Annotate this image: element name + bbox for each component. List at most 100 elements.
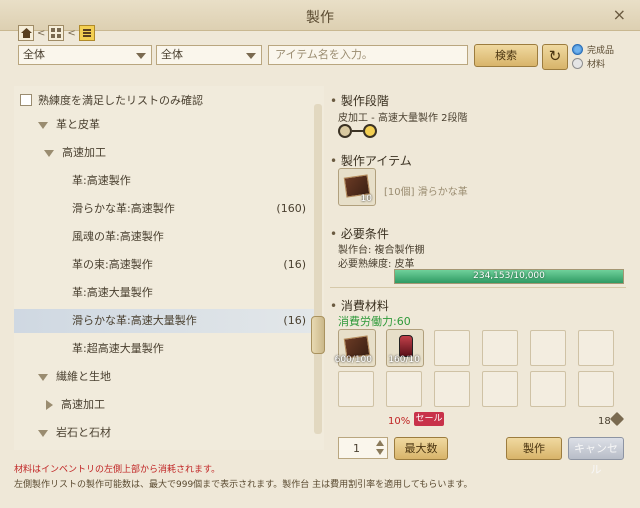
breadcrumb-separator: < [37, 27, 46, 39]
list-item-count: (16) [283, 258, 306, 271]
list-item[interactable]: 滑らかな革:高速製作 (160) [14, 197, 314, 221]
list-item-label: 革:高速製作 [72, 174, 131, 187]
list-category[interactable]: 岩石と石材 [14, 421, 314, 445]
list-item-count: (16) [283, 314, 306, 327]
list-item-label: 革と皮革 [56, 118, 100, 131]
material-slot-empty [578, 371, 614, 407]
craft-button[interactable]: 製作 [506, 437, 562, 460]
list-item-count: (160) [276, 202, 306, 215]
chevron-down-icon [246, 53, 256, 59]
material-slot-empty [338, 371, 374, 407]
list-item-label: 高速加工 [62, 146, 106, 159]
filter-checkbox-label: 熟練度を満足したリストのみ確認 [38, 94, 203, 107]
list-item[interactable]: 革の束:高速製作 (16) [14, 253, 314, 277]
search-button[interactable]: 検索 [474, 44, 538, 67]
material-slot-empty [434, 371, 470, 407]
list-item[interactable]: 革:超高速大量製作 [14, 337, 314, 361]
list-item-label: 滑らかな革:高速製作 [72, 202, 175, 215]
result-item-qty: 10 [360, 194, 372, 204]
material-slot-empty [482, 330, 518, 366]
expand-icon [38, 121, 48, 129]
result-item-name: [10個] 滑らかな革 [384, 187, 468, 198]
radio-material-label: 材料 [587, 60, 606, 70]
cancel-button[interactable]: キャンセル [568, 437, 624, 476]
list-item-label: 繊維と生地 [56, 370, 111, 383]
requirement-skill: 必要熟練度: 皮革 [338, 259, 415, 270]
material-slot-empty [578, 330, 614, 366]
material-slot-empty [530, 371, 566, 407]
category2-value: 全体 [161, 48, 183, 61]
stage-node [338, 124, 352, 138]
list-item[interactable]: 革:高速製作 [14, 169, 314, 193]
sale-badge: セール [414, 412, 444, 426]
discount-percent: 10% [388, 416, 411, 427]
max-button[interactable]: 最大数 [394, 437, 448, 460]
expand-icon [38, 429, 48, 437]
list-item-label: 滑らかな革:高速大量製作 [72, 314, 197, 327]
list-item[interactable]: 革:高速大量製作 [14, 281, 314, 305]
radio-dot-selected [572, 44, 583, 55]
list-item-label: 革:超高速大量製作 [72, 342, 164, 355]
stepper-up-icon[interactable] [376, 440, 384, 446]
checkbox-box[interactable] [20, 94, 32, 106]
expand-icon [38, 373, 48, 381]
list-scrollbar[interactable] [314, 104, 322, 434]
list-item-label: 高速加工 [61, 398, 105, 411]
home-icon[interactable] [18, 25, 34, 41]
material-slot[interactable]: 160/10 [386, 329, 424, 367]
category2-select[interactable]: 全体 [156, 45, 262, 65]
list-item-label: 岩石と石材 [56, 426, 111, 439]
material-slot-empty [530, 330, 566, 366]
materials-heading: 消費材料 [330, 297, 389, 314]
filter-checkbox[interactable]: 熟練度を満足したリストのみ確認 [20, 92, 203, 108]
quantity-value: 1 [353, 442, 360, 455]
material-qty: 600/100 [334, 355, 372, 365]
list-item-label: 革:高速大量製作 [72, 286, 153, 299]
currency-icon [609, 411, 625, 427]
material-slot-empty [386, 371, 422, 407]
list-item-label: 革の束:高速製作 [72, 258, 153, 271]
chevron-down-icon [136, 53, 146, 59]
radio-finished-label: 完成品 [587, 46, 615, 56]
list-category[interactable]: 繊維と生地 [14, 365, 314, 389]
divider [330, 287, 626, 288]
list-subcategory[interactable]: 高速加工 [14, 141, 314, 165]
list-icon[interactable] [78, 25, 95, 41]
grid-icon[interactable] [48, 25, 65, 41]
radio-dot [572, 58, 583, 69]
cost-value: 18 [598, 416, 611, 427]
list-category[interactable]: 革と皮革 [14, 113, 314, 137]
potion-icon [399, 335, 413, 357]
result-item-slot[interactable]: 10 [338, 168, 376, 206]
crafting-window: 製作 × < < 全体 全体 検索 ↻ 完成品 材料 熟練度を満足したリス [0, 0, 640, 508]
expand-icon [44, 149, 54, 157]
material-slot-empty [482, 371, 518, 407]
title-bar[interactable]: 製作 × [0, 0, 640, 31]
stepper-down-icon[interactable] [376, 449, 384, 455]
quantity-stepper[interactable]: 1 [338, 437, 388, 459]
collapse-icon [46, 400, 53, 410]
list-item[interactable]: 風魂の革:高速製作 [14, 225, 314, 249]
close-button[interactable]: × [613, 5, 626, 24]
stage-text: 皮加工 - 高速大量製作 2段階 [338, 113, 468, 124]
proficiency-bar: 234,153/10,000 [394, 269, 624, 284]
requirements-heading: 必要条件 [330, 225, 389, 242]
search-input[interactable] [268, 45, 468, 65]
radio-finished[interactable]: 完成品 [572, 43, 614, 56]
labor-cost: 消費労働力:60 [338, 315, 411, 328]
item-heading: 製作アイテム [330, 152, 412, 169]
radio-material[interactable]: 材料 [572, 57, 605, 70]
category1-select[interactable]: 全体 [18, 45, 152, 65]
stage-heading: 製作段階 [330, 92, 389, 109]
material-slot[interactable]: 600/100 [334, 329, 376, 367]
list-item-selected[interactable]: 滑らかな革:高速大量製作 (16) [14, 309, 314, 333]
category1-value: 全体 [23, 48, 45, 61]
footer-note: 左側製作リストの製作可能数は、最大で999個まで表示されます。製作台 主は費用割… [14, 480, 473, 490]
scrollbar-thumb[interactable] [311, 316, 325, 354]
stage-node-current [363, 124, 377, 138]
material-slot-empty [434, 330, 470, 366]
recipe-list: 熟練度を満足したリストのみ確認 革と皮革 高速加工 革:高速製作 滑らかな革:高… [14, 86, 324, 450]
list-subcategory[interactable]: 高速加工 [14, 393, 314, 417]
proficiency-text: 234,153/10,000 [473, 271, 545, 281]
refresh-icon[interactable]: ↻ [542, 44, 568, 70]
